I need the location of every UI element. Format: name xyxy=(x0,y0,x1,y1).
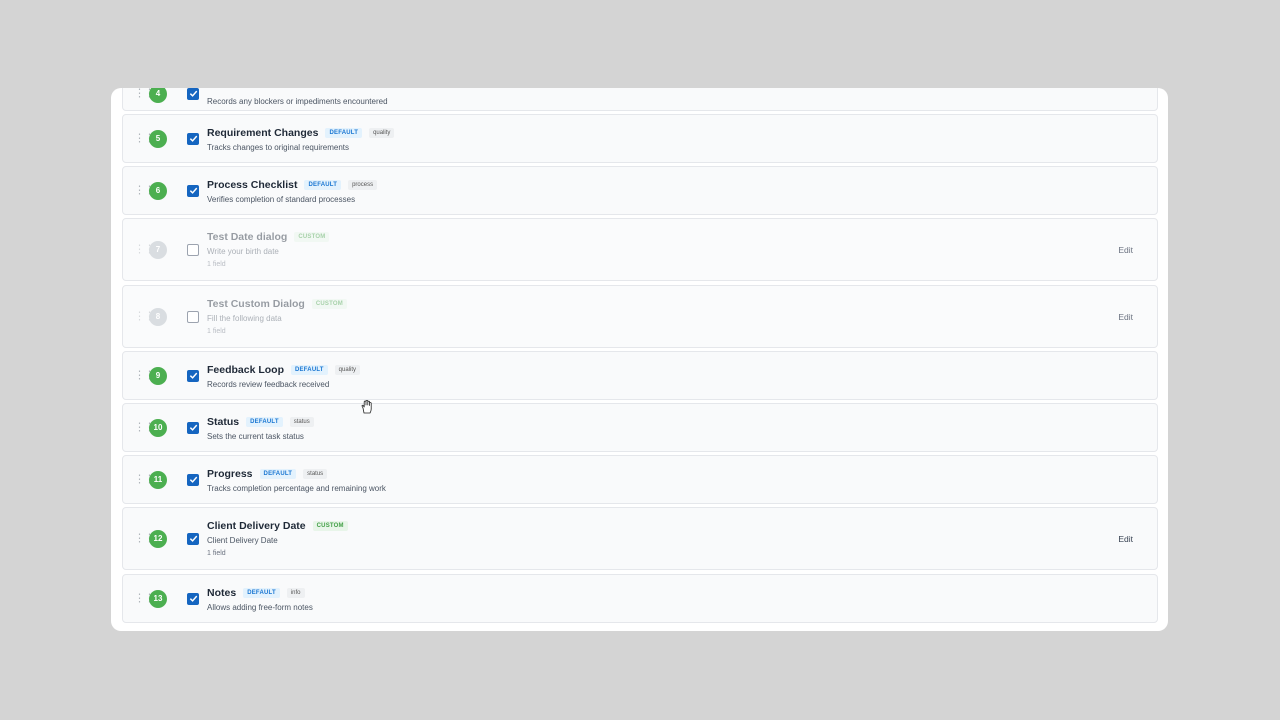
step-enabled-checkbox[interactable] xyxy=(187,532,199,545)
step-description: Records review feedback received xyxy=(207,380,330,389)
step-number: 12 xyxy=(149,529,167,548)
step-number: 7 xyxy=(149,240,167,259)
step-title: Client Delivery Date xyxy=(207,520,306,532)
step-enabled-checkbox[interactable] xyxy=(187,310,199,323)
default-badge: DEFAULT xyxy=(259,469,297,479)
step-enabled-checkbox[interactable] xyxy=(187,184,199,197)
step-enabled-checkbox[interactable] xyxy=(187,369,199,382)
list-item[interactable]: ⋮⋮ 7 Test Date dialog CUSTOM Write your … xyxy=(122,218,1158,281)
category-tag: process xyxy=(348,180,378,190)
step-enabled-checkbox[interactable] xyxy=(187,421,199,434)
step-title: Feedback Loop xyxy=(207,364,285,376)
default-badge: DEFAULT xyxy=(243,588,280,598)
list-item[interactable]: ⋮⋮ 5 Requirement Changes DEFAULT quality… xyxy=(122,114,1158,163)
list-item[interactable]: ⋮⋮ 8 Test Custom Dialog CUSTOM Fill the … xyxy=(122,285,1158,348)
default-badge: DEFAULT xyxy=(325,128,363,138)
step-content: Requirement Changes DEFAULT quality Trac… xyxy=(207,125,1077,152)
step-description: Write your birth date xyxy=(207,247,279,256)
step-content: Process Checklist DEFAULT process Verifi… xyxy=(207,177,1077,204)
step-content: Feedback Loop DEFAULT quality Records re… xyxy=(207,362,1077,389)
step-number: 4 xyxy=(149,88,167,103)
list-item[interactable]: ⋮⋮ 10 Status DEFAULT status Sets the cur… xyxy=(122,403,1158,452)
step-enabled-checkbox[interactable] xyxy=(187,473,199,486)
step-enabled-checkbox[interactable] xyxy=(187,132,199,145)
step-number: 11 xyxy=(149,470,167,489)
list-item[interactable]: ⋮⋮ 9 Feedback Loop DEFAULT quality Recor… xyxy=(122,351,1158,400)
step-number: 9 xyxy=(149,366,167,385)
custom-badge: CUSTOM xyxy=(311,299,347,309)
category-tag: quality xyxy=(334,365,360,375)
step-description: Records any blockers or impediments enco… xyxy=(207,97,388,106)
edit-button[interactable]: Edit xyxy=(1112,311,1139,323)
category-tag: status xyxy=(303,469,328,479)
list-item[interactable]: ⋮⋮ 4 Records any blockers or impediments… xyxy=(122,88,1158,111)
step-title: Test Date dialog xyxy=(207,231,288,243)
step-title: Progress xyxy=(207,468,253,480)
step-title: Requirement Changes xyxy=(207,127,319,139)
step-description: Sets the current task status xyxy=(207,432,304,441)
step-title: Process Checklist xyxy=(207,179,298,191)
step-content: Records any blockers or impediments enco… xyxy=(207,95,1077,106)
step-content: Progress DEFAULT status Tracks completio… xyxy=(207,466,1077,493)
step-number: 10 xyxy=(149,418,167,437)
custom-badge: CUSTOM xyxy=(312,521,348,531)
default-badge: DEFAULT xyxy=(291,365,328,375)
step-description: Tracks changes to original requirements xyxy=(207,143,349,152)
step-number: 13 xyxy=(149,589,167,608)
step-content: Notes DEFAULT info Allows adding free-fo… xyxy=(207,585,1077,612)
list-item[interactable]: ⋮⋮ 12 Client Delivery Date CUSTOM Client… xyxy=(122,507,1158,570)
step-enabled-checkbox[interactable] xyxy=(187,243,199,256)
steps-list: ⋮⋮ 4 Records any blockers or impediments… xyxy=(111,88,1168,631)
step-content: Status DEFAULT status Sets the current t… xyxy=(207,414,1077,441)
custom-badge: CUSTOM xyxy=(294,232,330,242)
category-tag: status xyxy=(289,417,314,427)
step-content: Test Date dialog CUSTOM Write your birth… xyxy=(207,229,1077,268)
step-enabled-checkbox[interactable] xyxy=(187,592,199,605)
step-number: 5 xyxy=(149,129,167,148)
step-title: Status xyxy=(207,416,240,428)
step-title: Test Custom Dialog xyxy=(207,298,305,310)
default-badge: DEFAULT xyxy=(246,417,283,427)
step-description: Verifies completion of standard processe… xyxy=(207,195,356,204)
step-description: Allows adding free-form notes xyxy=(207,603,313,612)
step-content: Test Custom Dialog CUSTOM Fill the follo… xyxy=(207,296,1077,335)
list-item[interactable]: ⋮⋮ 6 Process Checklist DEFAULT process V… xyxy=(122,166,1158,215)
hand-cursor-icon xyxy=(361,400,373,414)
steps-panel: ⋮⋮ 4 Records any blockers or impediments… xyxy=(111,88,1168,631)
step-enabled-checkbox[interactable] xyxy=(187,88,199,100)
step-description: Fill the following data xyxy=(207,314,282,323)
step-number: 6 xyxy=(149,181,167,200)
step-number: 8 xyxy=(149,307,167,326)
list-item[interactable]: ⋮⋮ 11 Progress DEFAULT status Tracks com… xyxy=(122,455,1158,504)
step-description: Tracks completion percentage and remaini… xyxy=(207,484,386,493)
step-content: Client Delivery Date CUSTOM Client Deliv… xyxy=(207,518,1077,557)
field-count: 1 field xyxy=(207,550,226,557)
edit-button[interactable]: Edit xyxy=(1112,244,1139,256)
category-tag: quality xyxy=(369,128,395,138)
field-count: 1 field xyxy=(207,261,226,268)
step-description: Client Delivery Date xyxy=(207,536,278,545)
category-tag: info xyxy=(286,588,305,598)
edit-button[interactable]: Edit xyxy=(1112,533,1139,545)
default-badge: DEFAULT xyxy=(304,180,342,190)
list-item[interactable]: ⋮⋮ 13 Notes DEFAULT info Allows adding f… xyxy=(122,574,1158,623)
field-count: 1 field xyxy=(207,328,226,335)
step-title: Notes xyxy=(207,587,237,599)
